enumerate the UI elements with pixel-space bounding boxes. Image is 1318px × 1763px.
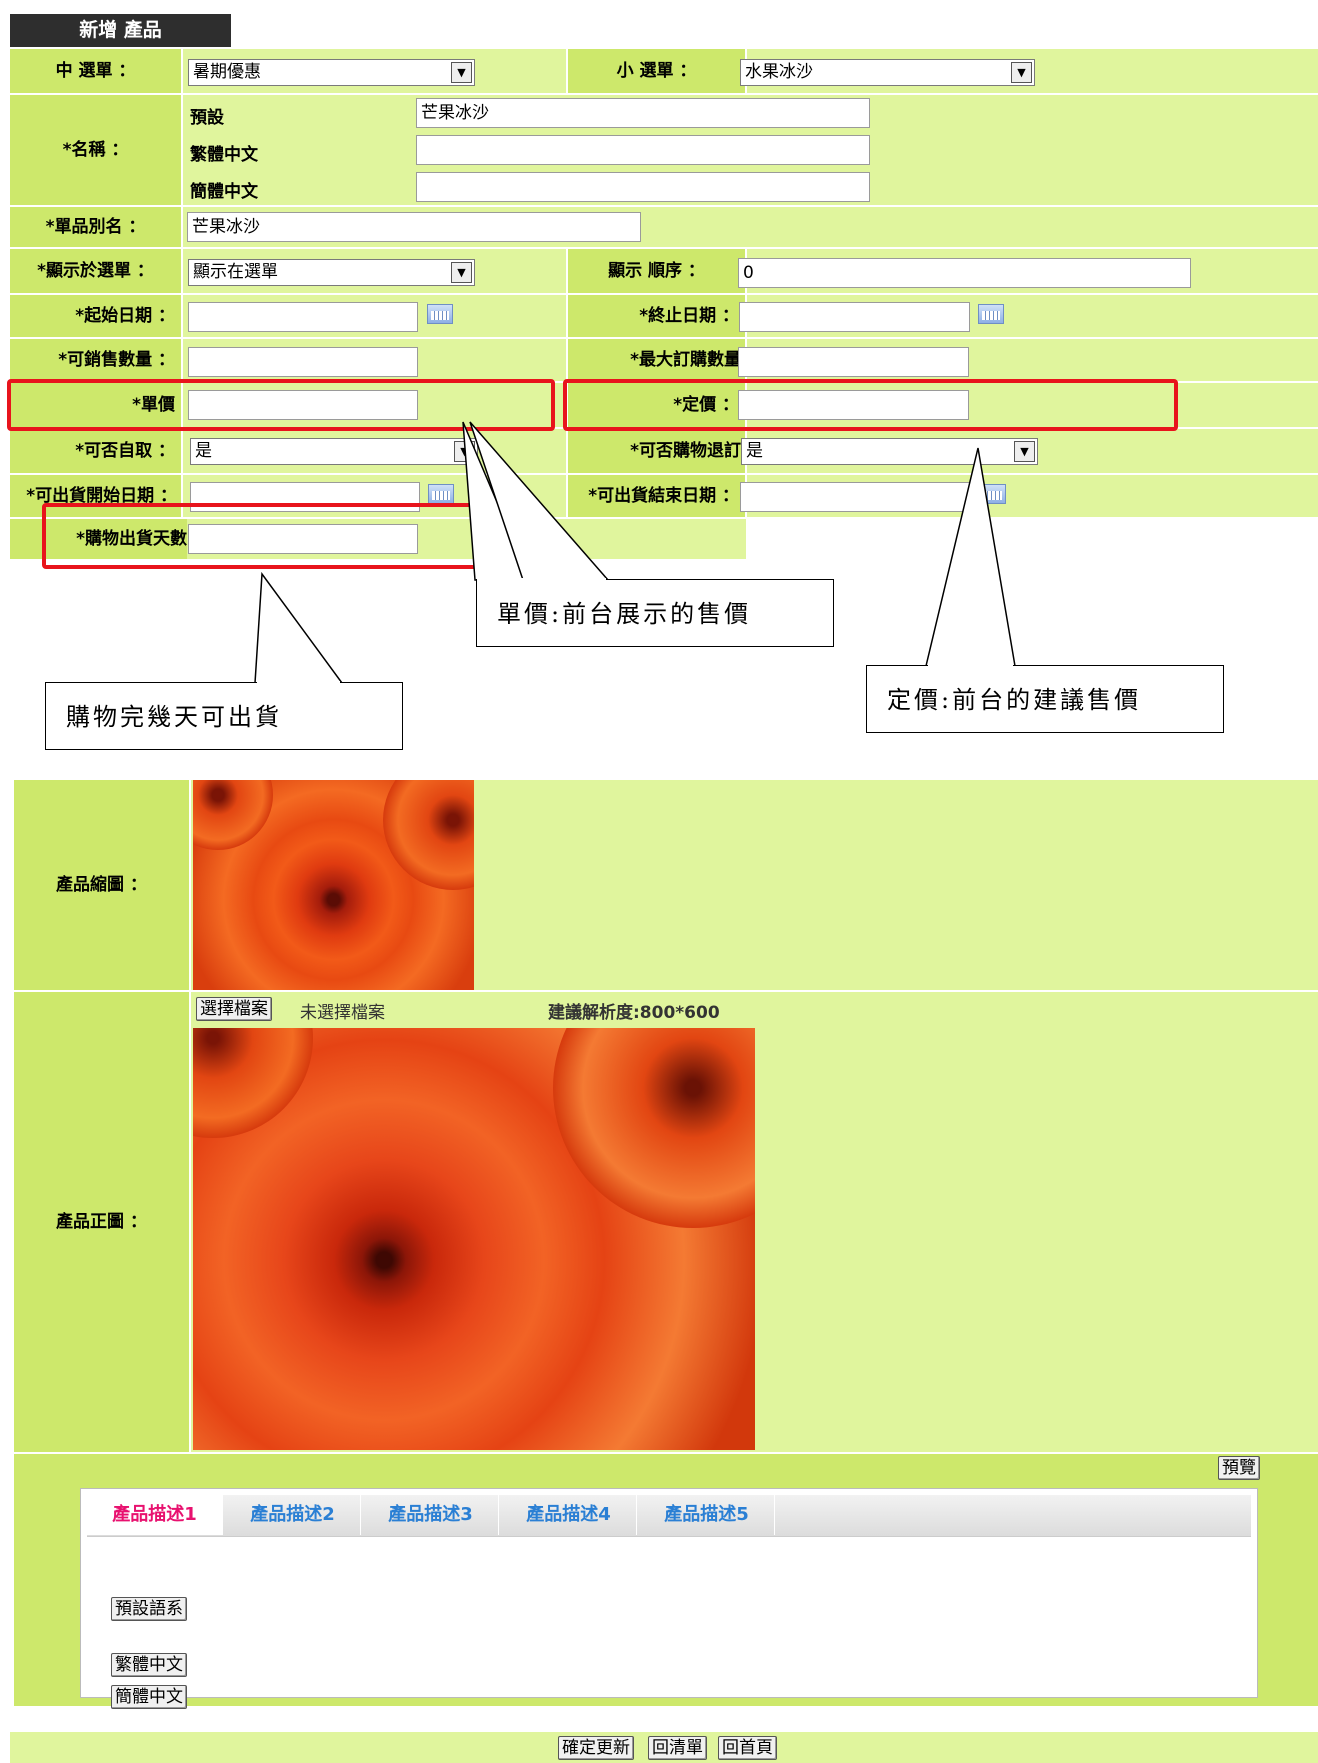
preview-button[interactable]: 預覽 [1218, 1456, 1260, 1480]
product-main-image [193, 1028, 755, 1450]
tab-description-2[interactable]: 產品描述2 [225, 1495, 361, 1535]
main-image-row: 產品正圖 ： 選擇檔案 未選擇檔案 建議解析度:800*600 [14, 992, 1318, 1452]
description-tabs: 產品描述1 產品描述2 產品描述3 產品描述4 產品描述5 [87, 1495, 1251, 1537]
home-button[interactable]: 回首頁 [718, 1736, 777, 1760]
thumbnail-row: 產品縮圖 ： [14, 780, 1318, 990]
tab-description-4[interactable]: 產品描述4 [501, 1495, 637, 1535]
simplified-chinese-button[interactable]: 簡體中文 [111, 1685, 187, 1709]
thumbnail-label: 產品縮圖 ： [14, 780, 189, 990]
footer-bar: 確定更新 回清單 回首頁 [10, 1732, 1318, 1763]
default-language-button[interactable]: 預設語系 [111, 1597, 187, 1621]
description-section: 預覽 產品描述1 產品描述2 產品描述3 產品描述4 產品描述5 預設語系 繁體… [14, 1454, 1318, 1709]
choose-file-button[interactable]: 選擇檔案 [196, 997, 272, 1021]
resolution-hint: 建議解析度:800*600 [548, 1003, 720, 1023]
no-file-text: 未選擇檔案 [300, 1003, 385, 1023]
tab-description-5[interactable]: 產品描述5 [639, 1495, 775, 1535]
tab-description-1[interactable]: 產品描述1 [87, 1495, 223, 1535]
product-thumbnail-image [193, 780, 474, 990]
confirm-update-button[interactable]: 確定更新 [558, 1736, 634, 1760]
description-panel: 產品描述1 產品描述2 產品描述3 產品描述4 產品描述5 預設語系 繁體中文 … [80, 1488, 1258, 1709]
ship-days-callout: 購物完幾天可出貨 [45, 682, 403, 750]
tab-description-3[interactable]: 產品描述3 [363, 1495, 499, 1535]
main-image-label: 產品正圖 ： [14, 992, 189, 1452]
traditional-chinese-button[interactable]: 繁體中文 [111, 1653, 187, 1677]
list-price-callout: 定價:前台的建議售價 [866, 665, 1224, 733]
back-to-list-button[interactable]: 回清單 [648, 1736, 707, 1760]
unit-price-callout: 單價:前台展示的售價 [476, 579, 834, 647]
